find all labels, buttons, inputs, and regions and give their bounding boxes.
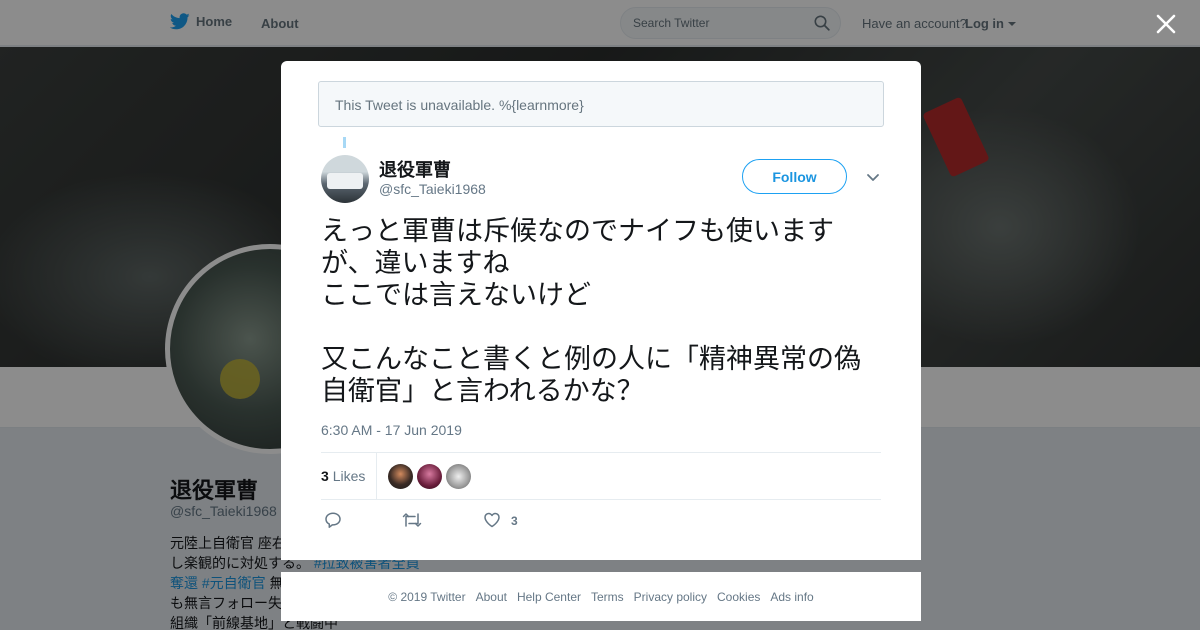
reply-icon[interactable] — [324, 511, 342, 529]
likes-number: 3 — [321, 468, 329, 484]
tweet-author-name[interactable]: 退役軍曹 — [379, 156, 451, 182]
footer-link-help-center[interactable]: Help Center — [517, 590, 581, 604]
retweet-icon[interactable] — [402, 511, 422, 529]
modal-footer: © 2019 Twitter About Help Center Terms P… — [281, 572, 921, 621]
stats-divider — [376, 453, 377, 499]
tweet-modal: This Tweet is unavailable. %{learnmore} … — [281, 61, 921, 560]
liker-avatar[interactable] — [388, 464, 413, 489]
follow-button[interactable]: Follow — [742, 159, 847, 194]
chevron-down-icon[interactable] — [866, 173, 880, 183]
like-action-count: 3 — [511, 514, 518, 528]
footer-link-ads-info[interactable]: Ads info — [770, 590, 813, 604]
liker-avatar[interactable] — [446, 464, 471, 489]
tweet-stats: 3 Likes — [321, 452, 881, 500]
thread-connector — [343, 137, 346, 148]
tweet-author-avatar[interactable] — [321, 155, 369, 203]
footer-link-terms[interactable]: Terms — [591, 590, 624, 604]
tweet-timestamp[interactable]: 6:30 AM - 17 Jun 2019 — [321, 422, 462, 438]
footer-copyright: © 2019 Twitter — [388, 589, 466, 604]
liker-avatar[interactable] — [417, 464, 442, 489]
likes-count[interactable]: 3 Likes — [321, 468, 365, 484]
unavailable-notice: This Tweet is unavailable. %{learnmore} — [318, 81, 884, 127]
heart-icon[interactable] — [483, 511, 501, 529]
tweet-text: えっと軍曹は斥候なのでナイフも使います が、違いますね ここでは言えないけど 又… — [321, 216, 861, 407]
likes-label: Likes — [332, 468, 366, 484]
footer-link-cookies[interactable]: Cookies — [717, 590, 760, 604]
tweet-author-handle[interactable]: @sfc_Taieki1968 — [379, 181, 486, 197]
footer-link-about[interactable]: About — [476, 590, 507, 604]
close-icon[interactable] — [1154, 12, 1178, 36]
footer-link-privacy[interactable]: Privacy policy — [634, 590, 707, 604]
